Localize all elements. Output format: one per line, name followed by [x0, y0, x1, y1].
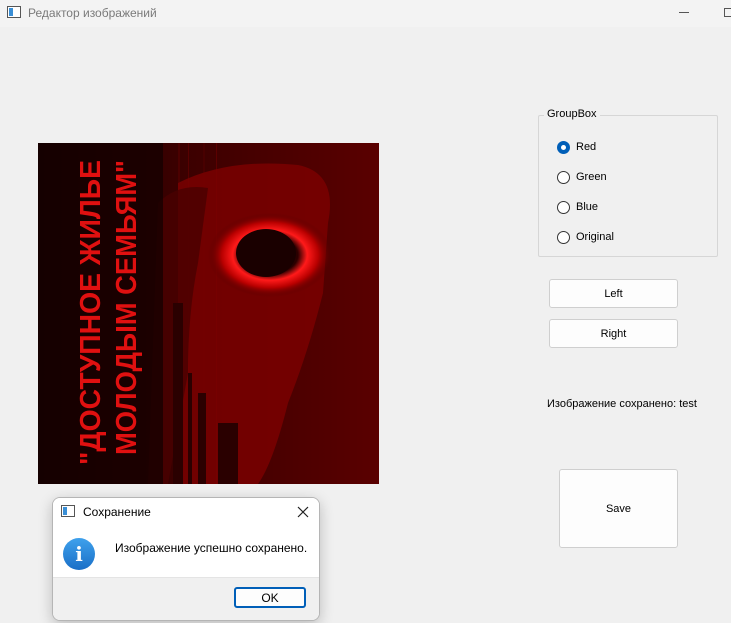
radio-blue[interactable]: Blue	[557, 199, 598, 215]
dialog-app-icon	[61, 505, 75, 517]
radio-original-label: Original	[576, 231, 614, 243]
radio-indicator	[557, 140, 570, 154]
rotate-left-button[interactable]: Left	[549, 279, 678, 308]
maximize-button[interactable]	[712, 0, 731, 27]
radio-original[interactable]: Original	[557, 229, 614, 245]
radio-blue-label: Blue	[576, 201, 599, 213]
poster-line-2: МОЛОДЫМ СЕМЬЯМ"	[111, 160, 143, 455]
window-title: Редактор изображений	[28, 6, 157, 20]
info-icon: i	[63, 538, 95, 570]
dialog-message: Изображение успешно сохранено.	[115, 541, 308, 555]
radio-indicator	[557, 230, 570, 244]
title-bar: Редактор изображений	[0, 0, 731, 27]
dialog-footer: OK	[53, 577, 319, 620]
radio-indicator	[557, 170, 570, 184]
radio-green[interactable]: Green	[557, 169, 607, 185]
close-icon[interactable]	[291, 500, 315, 524]
app-icon	[7, 6, 21, 18]
poster-line-1: "ДОСТУПНОЕ ЖИЛЬЕ	[75, 160, 107, 465]
radio-green-label: Green	[576, 171, 607, 183]
radio-indicator	[557, 200, 570, 214]
radio-red[interactable]: Red	[557, 139, 596, 155]
save-status-label: Изображение сохранено: test	[547, 398, 697, 410]
minimize-button[interactable]	[664, 0, 704, 27]
ok-button[interactable]: OK	[234, 587, 306, 608]
groupbox-title: GroupBox	[544, 108, 600, 120]
rotate-right-button[interactable]: Right	[549, 319, 678, 348]
save-dialog: Сохранение i Изображение успешно сохране…	[52, 497, 320, 621]
image-preview: "ДОСТУПНОЕ ЖИЛЬЕ МОЛОДЫМ СЕМЬЯМ"	[38, 143, 379, 484]
dialog-title-bar: Сохранение	[53, 498, 319, 526]
radio-red-label: Red	[576, 141, 597, 153]
save-button[interactable]: Save	[559, 469, 678, 548]
dialog-title: Сохранение	[83, 505, 151, 519]
